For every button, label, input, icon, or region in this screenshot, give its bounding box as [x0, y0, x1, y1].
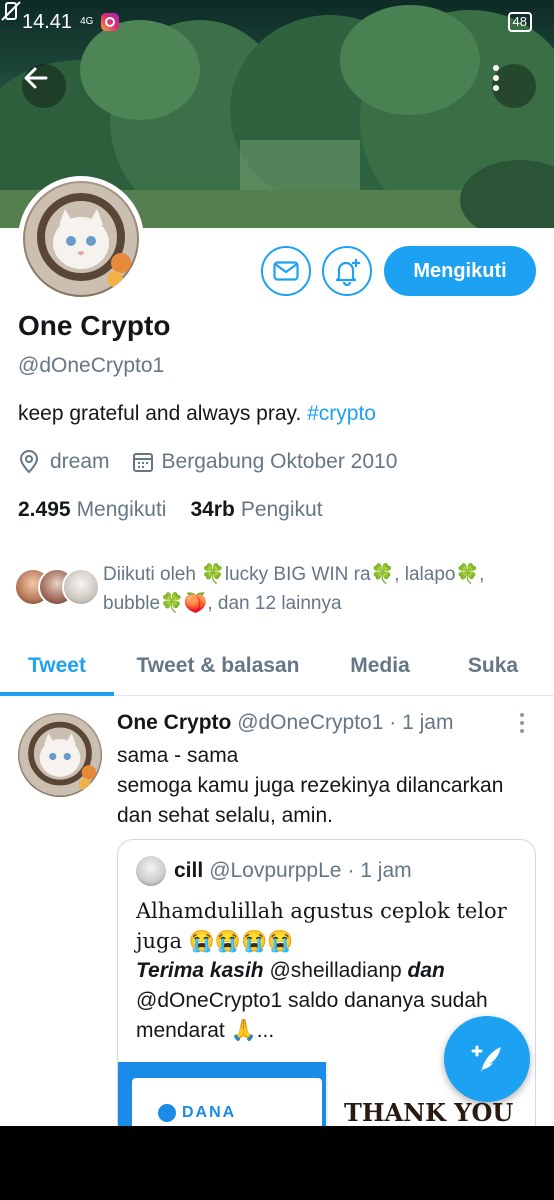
quoted-rest: @dOneCrypto1 saldo dananya sudah mendara…: [136, 989, 488, 1042]
compose-tweet-icon: [471, 1045, 501, 1073]
following-count: 2.495: [18, 498, 71, 521]
quoted-mention-1: @sheilladianp: [263, 959, 408, 982]
follower-avatar: [62, 568, 100, 606]
instagram-notification-icon: [101, 13, 120, 31]
more-options-button[interactable]: [492, 64, 536, 108]
quoted-author-name: cill: [174, 859, 204, 882]
dana-logo-icon: [158, 1104, 176, 1122]
profile-stats: 2.495 Mengikuti 34rb Pengikut: [18, 498, 323, 522]
active-tab-indicator: [0, 692, 114, 696]
profile-tabs: Tweet Tweet & balasan Media Suka: [0, 636, 554, 696]
compose-tweet-button[interactable]: [444, 1016, 530, 1102]
status-bar: 14.41 4G 48: [0, 0, 554, 44]
tab-tweet[interactable]: Tweet: [0, 636, 114, 696]
quoted-time: · 1 jam: [347, 859, 412, 882]
profile-handle: @dOneCrypto1: [18, 354, 165, 377]
profile-bio: keep grateful and always pray. #crypto: [18, 402, 376, 426]
notifications-button[interactable]: [322, 246, 372, 296]
tweet-line-1: sama - sama: [117, 744, 239, 767]
battery-level: 48: [507, 12, 532, 32]
screen: 14.41 4G 48 Mengikuti One Crypto @dOneCr…: [0, 0, 554, 1126]
profile-joined-date: Bergabung Oktober 2010: [161, 450, 398, 473]
following-button[interactable]: Mengikuti: [384, 246, 536, 296]
bio-text: keep grateful and always pray.: [18, 402, 302, 425]
more-vertical-icon: [493, 65, 499, 91]
quoted-bold-1: Terima kasih: [136, 959, 264, 982]
tweet-time: · 1 jam: [389, 711, 454, 734]
followed-by-text: Diikuti oleh 🍀lucky BIG WIN ra🍀, lalapo🍀…: [103, 564, 485, 614]
dana-card: DANA: [132, 1078, 322, 1126]
message-icon: [273, 261, 299, 281]
following-label: Mengikuti: [76, 498, 167, 521]
vibrate-icon: [1, 1, 21, 21]
calendar-icon: [132, 453, 153, 472]
thank-you-text: THANK YOU: [344, 1098, 514, 1126]
location-pin-icon: [19, 450, 39, 474]
bio-hashtag-link[interactable]: #crypto: [307, 402, 376, 425]
followers-stat[interactable]: 34rb Pengikut: [190, 498, 322, 522]
following-stat[interactable]: 2.495 Mengikuti: [18, 498, 166, 522]
back-button[interactable]: [22, 64, 66, 108]
tweet-author-avatar[interactable]: [18, 713, 102, 797]
quoted-author-avatar: [136, 856, 166, 886]
avatar-image: [23, 181, 139, 297]
quoted-tweet-header: cill @LovpurppLe · 1 jam: [136, 856, 412, 886]
profile-name: One Crypto: [18, 310, 171, 341]
network-indicator: 4G: [80, 16, 94, 27]
profile-location: dream: [50, 450, 110, 473]
tweet-line-2: semoga kamu juga rezekinya dilancarkan d…: [117, 774, 504, 827]
quoted-author-handle: @LovpurppLe: [209, 859, 342, 882]
tweet-author-handle: @dOneCrypto1: [237, 711, 384, 734]
tweet-author-name: One Crypto: [117, 711, 232, 734]
tweet-text: sama - sama semoga kamu juga rezekinya d…: [117, 741, 537, 831]
profile-avatar[interactable]: [18, 176, 144, 302]
quoted-image-dana[interactable]: DANA: [118, 1062, 326, 1126]
quoted-fancy-line: Alhamdulillah agustus ceplok telor juga …: [136, 899, 507, 953]
followers-label: Pengikut: [240, 498, 323, 521]
tab-tweet-replies[interactable]: Tweet & balasan: [120, 636, 316, 696]
followers-count: 34rb: [190, 498, 235, 521]
bell-plus-icon: [335, 259, 360, 286]
quoted-bold-2: dan: [407, 959, 445, 982]
system-navigation-bar: [0, 1126, 554, 1200]
tweet-more-button[interactable]: [512, 713, 532, 743]
profile-meta: dream Bergabung Oktober 2010: [18, 450, 397, 474]
tab-media[interactable]: Media: [330, 636, 430, 696]
tweet-header: One Crypto @dOneCrypto1 · 1 jam: [117, 711, 453, 735]
message-button[interactable]: [261, 246, 311, 296]
tweet-avatar-image: [18, 713, 102, 797]
tab-likes[interactable]: Suka: [448, 636, 538, 696]
dana-logo-text: DANA: [182, 1104, 237, 1121]
back-arrow-icon: [24, 67, 48, 89]
status-time: 14.41: [22, 10, 73, 33]
